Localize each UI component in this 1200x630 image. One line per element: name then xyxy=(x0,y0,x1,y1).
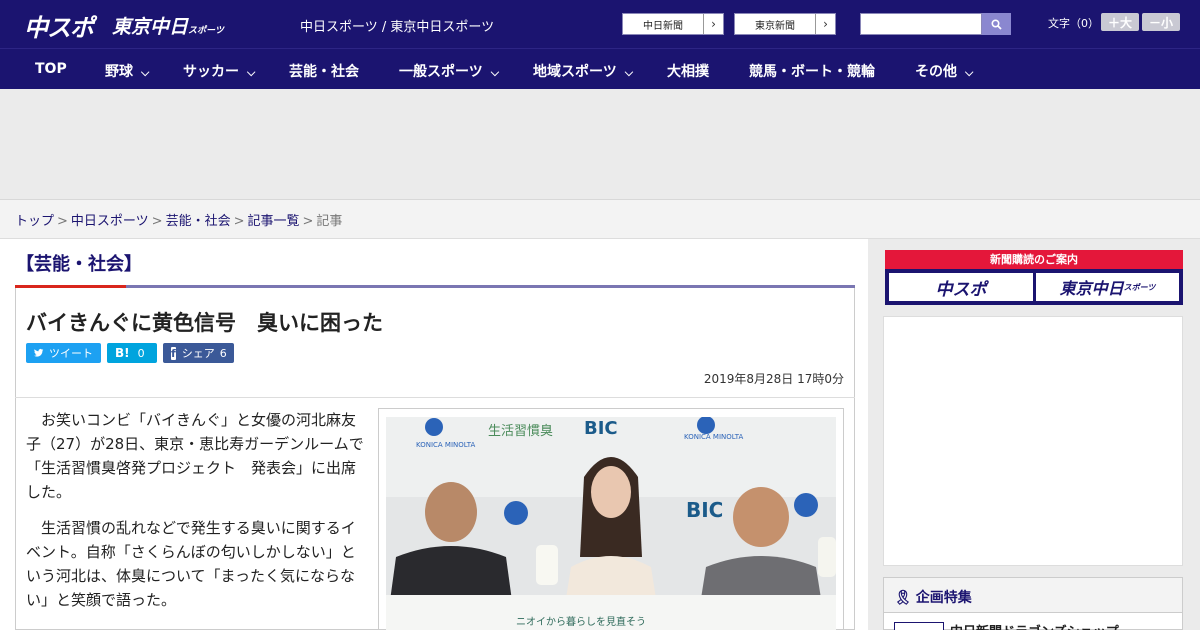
article-photo[interactable]: KONICA MINOLTA 生活習慣臭 BIC KONICA MINOLTA … xyxy=(386,417,836,630)
chunichi-shimbun-label: 中日新聞 xyxy=(643,20,683,32)
tokyo-chunichi-logo[interactable]: 東京中日スポーツ xyxy=(112,12,224,39)
nav-item-soccer[interactable]: サッカー ⌵ xyxy=(183,61,255,81)
nav-label: 競馬・ボート・競輪 xyxy=(749,64,875,80)
text-smaller-button[interactable]: －小 xyxy=(1142,13,1180,31)
text-size-label: 文字（0） xyxy=(1048,17,1099,30)
hatena-count: 0 xyxy=(137,346,145,360)
breadcrumb-current: 記事 xyxy=(316,214,343,229)
article-paragraph: 生活習慣の乱れなどで発生する臭いに関するイベント。自称「さくらんぼの匂いしかしな… xyxy=(26,519,356,609)
facebook-count: 6 xyxy=(219,346,227,360)
top-ad-banner xyxy=(0,89,1200,200)
chevron-down-icon: ⌵ xyxy=(965,66,974,79)
feature-title: 企画特集 xyxy=(915,590,972,606)
photo-text-banner: ニオイから暮らしを見直そう xyxy=(516,615,646,628)
article-paragraph: お笑いコンビ「バイきんぐ」と女優の河北麻友子（27）が28日、東京・恵比寿ガーデ… xyxy=(26,411,364,501)
tokyo-shimbun-label: 東京新聞 xyxy=(755,20,795,32)
tokyo-chunichi-subscribe-button[interactable]: 東京中日 スポーツ xyxy=(1036,273,1179,301)
tweet-label: ツイート xyxy=(49,347,93,360)
breadcrumb-entertainment[interactable]: 芸能・社会 xyxy=(166,214,231,229)
tweet-button[interactable]: ツイート xyxy=(26,343,101,363)
sidebar-ad xyxy=(883,316,1183,566)
article-photo-illustration: KONICA MINOLTA 生活習慣臭 BIC KONICA MINOLTA … xyxy=(386,417,836,630)
nav-item-racing[interactable]: 競馬・ボート・競輪 xyxy=(749,61,875,81)
main-nav: TOP 野球 ⌵ サッカー ⌵ 芸能・社会 一般スポーツ ⌵ 地域スポーツ ⌵ 大相撲 … xyxy=(0,48,1200,89)
hatena-icon: B! xyxy=(115,346,130,360)
tokyo-subscribe-suffix: スポーツ xyxy=(1123,282,1156,292)
nav-label: その他 xyxy=(915,64,957,80)
nav-item-baseball[interactable]: 野球 ⌵ xyxy=(105,61,149,81)
tokyo-logo-suffix: スポーツ xyxy=(188,26,224,36)
photo-text-konica-2: KONICA MINOLTA xyxy=(684,433,743,441)
search-input[interactable] xyxy=(860,13,982,35)
facebook-icon: f xyxy=(171,346,176,360)
photo-text-konica: KONICA MINOLTA xyxy=(416,441,475,449)
nav-item-local-sports[interactable]: 地域スポーツ ⌵ xyxy=(533,61,633,81)
nav-label: 野球 xyxy=(105,64,133,80)
article-headline: バイきんぐに黄色信号 臭いに困った xyxy=(26,311,383,335)
search-button[interactable] xyxy=(982,13,1011,35)
chevron-down-icon: ⌵ xyxy=(247,66,256,79)
chuspo-subscribe-button[interactable]: 中スポ xyxy=(889,273,1033,301)
ribbon-icon: 🎗 xyxy=(894,590,912,606)
search-icon xyxy=(991,18,1002,30)
breadcrumb-article-list[interactable]: 記事一覧 xyxy=(248,214,300,229)
breadcrumb-chunichi-sports[interactable]: 中日スポーツ xyxy=(71,214,149,229)
category-title: 【芸能・社会】 xyxy=(16,254,142,275)
site-links[interactable]: 中日スポーツ / 東京中日スポーツ xyxy=(300,16,494,35)
tokyo-shimbun-button[interactable]: 東京新聞 › xyxy=(734,13,836,35)
twitter-icon xyxy=(34,348,44,357)
article-body: お笑いコンビ「バイきんぐ」と女優の河北麻友子（27）が28日、東京・恵比寿ガーデ… xyxy=(26,408,368,624)
chunichi-shimbun-button[interactable]: 中日新聞 › xyxy=(622,13,724,35)
nav-label: TOP xyxy=(35,61,67,77)
nav-label: 地域スポーツ xyxy=(533,64,617,80)
nav-label: 一般スポーツ xyxy=(399,64,483,80)
chevron-down-icon: ⌵ xyxy=(490,66,500,79)
feature-header: 🎗 企画特集 xyxy=(884,578,1182,613)
subscription-title: 新聞購読のご案内 xyxy=(885,250,1183,269)
breadcrumb-separator: > xyxy=(151,214,163,229)
nav-item-sumo[interactable]: 大相撲 xyxy=(667,61,709,81)
chevron-down-icon: ⌵ xyxy=(141,66,150,79)
chevron-right-icon: › xyxy=(815,14,835,34)
chuspo-logo[interactable]: 中スポ xyxy=(24,8,94,43)
nav-item-other[interactable]: その他 ⌵ xyxy=(915,61,973,81)
facebook-label: シェア xyxy=(181,347,215,360)
breadcrumb: トップ > 中日スポーツ > 芸能・社会 > 記事一覧 > 記事 xyxy=(0,200,1200,239)
photo-text-seikatsu: 生活習慣臭 xyxy=(488,423,553,439)
nav-label: 大相撲 xyxy=(667,64,709,80)
nav-item-entertainment[interactable]: 芸能・社会 xyxy=(289,61,359,81)
feature-item-link[interactable]: 中日新聞ドラゴンズショップ xyxy=(950,621,1119,630)
photo-text-bic: BIC xyxy=(584,418,618,439)
nav-item-general-sports[interactable]: 一般スポーツ ⌵ xyxy=(399,61,499,81)
article-top-border xyxy=(15,285,855,288)
breadcrumb-separator: > xyxy=(302,214,314,229)
nav-item-top[interactable]: TOP xyxy=(35,61,67,77)
breadcrumb-separator: > xyxy=(57,214,68,229)
breadcrumb-top[interactable]: トップ xyxy=(15,214,54,229)
breadcrumb-separator: > xyxy=(233,214,245,229)
nav-label: 芸能・社会 xyxy=(289,64,359,80)
chevron-down-icon: ⌵ xyxy=(624,66,634,79)
tokyo-subscribe-label: 東京中日 xyxy=(1059,279,1124,298)
subscription-banner: 新聞購読のご案内 中スポ 東京中日 スポーツ xyxy=(885,250,1183,305)
feature-thumbnail[interactable] xyxy=(894,622,944,630)
article-date: 2019年8月28日 17時0分 xyxy=(703,372,844,386)
feature-section: 🎗企画特集 中日新聞ドラゴンズショップ xyxy=(883,577,1183,630)
site-header: 中スポ 東京中日スポーツ 中日スポーツ / 東京中日スポーツ 中日新聞 › 東京… xyxy=(0,0,1200,48)
article-divider xyxy=(15,397,855,398)
tokyo-logo-text: 東京中日 xyxy=(112,16,189,38)
chevron-right-icon: › xyxy=(703,14,723,34)
hatena-button[interactable]: B! 0 xyxy=(107,343,157,363)
nav-label: サッカー xyxy=(183,64,239,80)
facebook-share-button[interactable]: f シェア 6 xyxy=(163,343,234,363)
text-bigger-button[interactable]: ＋大 xyxy=(1101,13,1139,31)
svg-text:BIC: BIC xyxy=(686,498,723,522)
article-top-accent xyxy=(15,285,126,288)
